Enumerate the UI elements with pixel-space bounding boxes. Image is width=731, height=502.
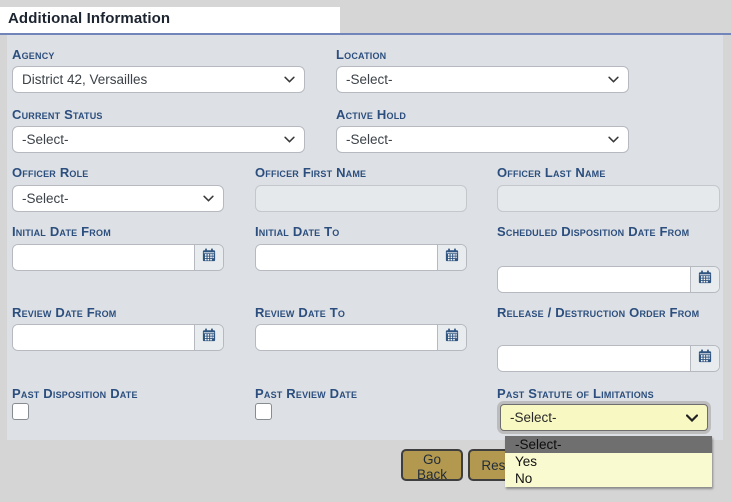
current-status-select[interactable]: -Select- — [12, 126, 305, 153]
past-review-date-checkbox[interactable] — [255, 403, 272, 420]
calendar-icon — [445, 328, 459, 347]
release-destruction-order-from-label: Release / Destruction Order From — [497, 303, 723, 322]
chevron-down-icon — [608, 136, 619, 143]
chevron-down-icon — [608, 76, 619, 83]
officer-role-select[interactable]: -Select- — [12, 185, 224, 212]
review-date-from-label: Review Date From — [12, 303, 116, 322]
past-disposition-date-label: Past Disposition Date — [12, 384, 138, 403]
release-destruction-order-from-calendar-button[interactable] — [690, 346, 719, 371]
calendar-icon — [698, 349, 712, 368]
review-date-to-group — [255, 324, 467, 351]
active-hold-label: Active Hold — [336, 105, 406, 124]
agency-label: Agency — [12, 45, 55, 64]
past-statute-dropdown-options: -Select- Yes No — [505, 436, 712, 487]
officer-first-name-input[interactable] — [255, 185, 467, 212]
header-band: Additional Information — [0, 0, 731, 33]
review-date-from-input[interactable] — [13, 325, 194, 350]
agency-select[interactable]: District 42, Versailles — [12, 66, 305, 93]
scheduled-disposition-date-from-group — [497, 266, 720, 293]
officer-role-select-value: -Select- — [22, 191, 69, 206]
past-statute-select-value: -Select- — [510, 410, 557, 425]
review-date-to-input[interactable] — [256, 325, 437, 350]
location-label: Location — [336, 45, 386, 64]
initial-date-from-group — [12, 244, 224, 271]
active-hold-select-value: -Select- — [346, 132, 393, 147]
officer-first-name-label: Officer First Name — [255, 163, 366, 182]
initial-date-to-calendar-button[interactable] — [437, 245, 466, 270]
initial-date-to-label: Initial Date To — [255, 222, 340, 241]
agency-select-value: District 42, Versailles — [22, 72, 147, 87]
scheduled-disposition-date-from-input[interactable] — [498, 267, 690, 292]
location-select-value: -Select- — [346, 72, 393, 87]
release-destruction-order-from-group — [497, 345, 720, 372]
past-statute-of-limitations-select[interactable]: -Select- — [500, 404, 708, 431]
scheduled-disposition-date-from-calendar-button[interactable] — [690, 267, 719, 292]
initial-date-to-group — [255, 244, 467, 271]
calendar-icon — [698, 270, 712, 289]
officer-last-name-label: Officer Last Name — [497, 163, 606, 182]
release-destruction-order-from-input[interactable] — [498, 346, 690, 371]
active-hold-select[interactable]: -Select- — [336, 126, 629, 153]
dropdown-option-no[interactable]: No — [505, 470, 712, 487]
initial-date-to-input[interactable] — [256, 245, 437, 270]
calendar-icon — [202, 248, 216, 267]
officer-role-label: Officer Role — [12, 163, 89, 182]
location-select[interactable]: -Select- — [336, 66, 629, 93]
officer-last-name-input[interactable] — [497, 185, 720, 212]
current-status-label: Current Status — [12, 105, 103, 124]
review-date-from-group — [12, 324, 224, 351]
past-review-date-label: Past Review Date — [255, 384, 357, 403]
dropdown-option-yes[interactable]: Yes — [505, 453, 712, 470]
chevron-down-icon — [284, 136, 295, 143]
current-status-select-value: -Select- — [22, 132, 69, 147]
additional-information-form: Additional Information Agency District 4… — [0, 0, 731, 502]
initial-date-from-calendar-button[interactable] — [194, 245, 223, 270]
initial-date-from-input[interactable] — [13, 245, 194, 270]
dropdown-option-select[interactable]: -Select- — [505, 436, 712, 453]
calendar-icon — [445, 248, 459, 267]
go-back-button[interactable]: Go Back — [401, 449, 463, 481]
page-title: Additional Information — [8, 10, 170, 27]
chevron-down-icon — [284, 76, 295, 83]
review-date-to-calendar-button[interactable] — [437, 325, 466, 350]
past-statute-of-limitations-label: Past Statute of Limitations — [497, 384, 654, 403]
past-disposition-date-checkbox[interactable] — [12, 403, 29, 420]
scheduled-disposition-date-from-label: Scheduled Disposition Date From — [497, 222, 723, 241]
chevron-down-icon — [203, 195, 214, 202]
initial-date-from-label: Initial Date From — [12, 222, 111, 241]
review-date-to-label: Review Date To — [255, 303, 345, 322]
calendar-icon — [202, 328, 216, 347]
chevron-down-icon — [686, 414, 698, 422]
review-date-from-calendar-button[interactable] — [194, 325, 223, 350]
